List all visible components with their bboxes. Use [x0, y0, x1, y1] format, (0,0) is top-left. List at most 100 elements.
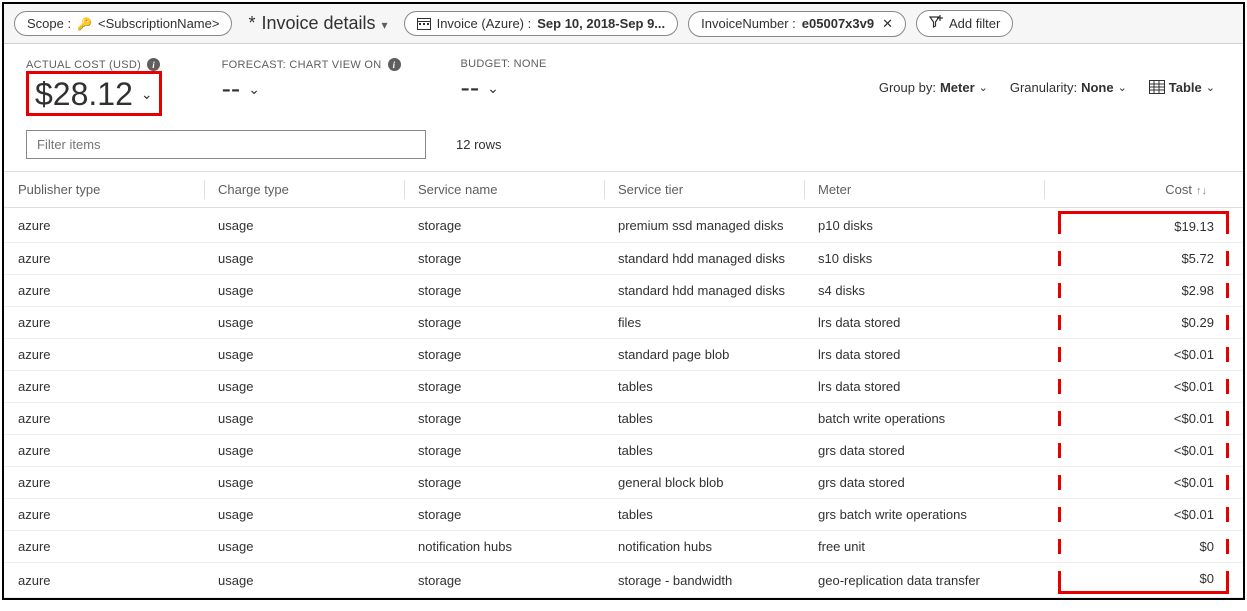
cell-charge: usage: [204, 435, 404, 467]
cell-meter: free unit: [804, 531, 1044, 563]
info-icon[interactable]: i: [147, 58, 160, 71]
table-row[interactable]: azureusagestoragestandard hdd managed di…: [4, 243, 1243, 275]
sort-icon: ↑↓: [1196, 185, 1207, 197]
date-pill[interactable]: Invoice (Azure) : Sep 10, 2018-Sep 9...: [404, 11, 679, 36]
add-filter-label: Add filter: [949, 16, 1000, 31]
cell-publisher: azure: [4, 208, 204, 243]
cell-service: storage: [404, 243, 604, 275]
cell-meter: batch write operations: [804, 403, 1044, 435]
cell-tier: standard hdd managed disks: [604, 275, 804, 307]
filter-row: 12 rows: [4, 122, 1243, 171]
cell-cost: $0: [1044, 563, 1243, 598]
cell-tier: storage - bandwidth: [604, 563, 804, 598]
budget-value-wrap[interactable]: -- ⌄: [461, 72, 547, 104]
filter-input[interactable]: [26, 130, 426, 159]
col-tier[interactable]: Service tier: [604, 172, 804, 208]
cell-service: storage: [404, 467, 604, 499]
cell-service: storage: [404, 499, 604, 531]
actual-cost-value-wrap[interactable]: $28.12 ⌄: [35, 76, 153, 113]
cell-cost: <$0.01: [1044, 499, 1243, 531]
cell-meter: grs batch write operations: [804, 499, 1044, 531]
cell-meter: lrs data stored: [804, 371, 1044, 403]
col-service[interactable]: Service name: [404, 172, 604, 208]
table-row[interactable]: azureusagestoragepremium ssd managed dis…: [4, 208, 1243, 243]
close-icon[interactable]: ✕: [882, 16, 893, 32]
cell-tier: tables: [604, 371, 804, 403]
table-row[interactable]: azureusagestoragegeneral block blobgrs d…: [4, 467, 1243, 499]
cell-meter: grs data stored: [804, 435, 1044, 467]
col-publisher[interactable]: Publisher type: [4, 172, 204, 208]
invoice-value: e05007x3v9: [802, 16, 874, 31]
date-label: Invoice (Azure) :: [437, 16, 532, 31]
table-row[interactable]: azureusagestoragestorage - bandwidthgeo-…: [4, 563, 1243, 598]
cell-cost: $0: [1044, 531, 1243, 563]
chevron-down-icon: ⌄: [487, 80, 499, 97]
chevron-down-icon: ▾: [382, 18, 388, 32]
calendar-icon: [417, 17, 431, 31]
table-row[interactable]: azureusagestoragetablesgrs batch write o…: [4, 499, 1243, 531]
cell-charge: usage: [204, 339, 404, 371]
granularity-label: Granularity:: [1010, 80, 1077, 95]
col-cost[interactable]: Cost↑↓: [1044, 172, 1243, 208]
table-row[interactable]: azureusagenotification hubsnotification …: [4, 531, 1243, 563]
forecast-value-wrap[interactable]: -- ⌄: [222, 73, 401, 105]
cell-service: storage: [404, 275, 604, 307]
table-row[interactable]: azureusagestoragefileslrs data stored$0.…: [4, 307, 1243, 339]
cell-charge: usage: [204, 243, 404, 275]
add-filter-button[interactable]: Add filter: [916, 10, 1013, 37]
cell-meter: geo-replication data transfer: [804, 563, 1044, 598]
cell-cost: <$0.01: [1044, 339, 1243, 371]
cell-service: storage: [404, 371, 604, 403]
add-filter-icon: [929, 15, 943, 32]
table-row[interactable]: azureusagestoragestandard page bloblrs d…: [4, 339, 1243, 371]
cell-publisher: azure: [4, 339, 204, 371]
cell-meter: lrs data stored: [804, 339, 1044, 371]
cell-publisher: azure: [4, 243, 204, 275]
view-title[interactable]: * Invoice details ▾: [242, 13, 393, 34]
cell-service: storage: [404, 339, 604, 371]
granularity-value: None: [1081, 80, 1114, 95]
table-row[interactable]: azureusagestoragetablesbatch write opera…: [4, 403, 1243, 435]
actual-cost-value: $28.12: [35, 76, 133, 113]
col-meter[interactable]: Meter: [804, 172, 1044, 208]
cell-publisher: azure: [4, 499, 204, 531]
table-row[interactable]: azureusagestoragestandard hdd managed di…: [4, 275, 1243, 307]
invoice-pill[interactable]: InvoiceNumber : e05007x3v9 ✕: [688, 11, 906, 37]
cell-publisher: azure: [4, 435, 204, 467]
metric-actual-cost: ACTUAL COST (USD) i $28.12 ⌄: [26, 58, 162, 116]
cell-service: storage: [404, 208, 604, 243]
title-text: Invoice details: [261, 13, 375, 34]
cell-cost: <$0.01: [1044, 371, 1243, 403]
cell-cost: $19.13: [1044, 208, 1243, 243]
filter-bar: Scope : 🔑 <SubscriptionName> * Invoice d…: [4, 4, 1243, 44]
cell-publisher: azure: [4, 531, 204, 563]
metric-forecast: FORECAST: CHART VIEW ON i -- ⌄: [222, 58, 401, 105]
title-prefix: *: [248, 13, 255, 34]
cell-charge: usage: [204, 208, 404, 243]
cell-cost: $2.98: [1044, 275, 1243, 307]
actual-cost-highlight: $28.12 ⌄: [26, 71, 162, 116]
view-control[interactable]: Table ⌄: [1149, 80, 1215, 95]
table-icon: [1149, 80, 1165, 94]
actual-cost-label: ACTUAL COST (USD): [26, 59, 141, 71]
cell-cost: <$0.01: [1044, 467, 1243, 499]
scope-value: <SubscriptionName>: [98, 16, 219, 31]
table-row[interactable]: azureusagestoragetablesgrs data stored<$…: [4, 435, 1243, 467]
view-value: Table: [1169, 80, 1202, 95]
table-row[interactable]: azureusagestoragetableslrs data stored<$…: [4, 371, 1243, 403]
cell-service: storage: [404, 307, 604, 339]
groupby-control[interactable]: Group by: Meter ⌄: [879, 80, 988, 95]
cost-table: Publisher type Charge type Service name …: [4, 171, 1243, 598]
col-charge[interactable]: Charge type: [204, 172, 404, 208]
cell-meter: s4 disks: [804, 275, 1044, 307]
cell-tier: tables: [604, 499, 804, 531]
cell-charge: usage: [204, 275, 404, 307]
granularity-control[interactable]: Granularity: None ⌄: [1010, 80, 1127, 95]
budget-label: BUDGET: NONE: [461, 58, 547, 70]
info-icon[interactable]: i: [388, 58, 401, 71]
scope-pill[interactable]: Scope : 🔑 <SubscriptionName>: [14, 11, 232, 36]
cell-charge: usage: [204, 467, 404, 499]
cell-cost: <$0.01: [1044, 435, 1243, 467]
cell-tier: general block blob: [604, 467, 804, 499]
chevron-down-icon: ⌄: [1206, 81, 1215, 94]
